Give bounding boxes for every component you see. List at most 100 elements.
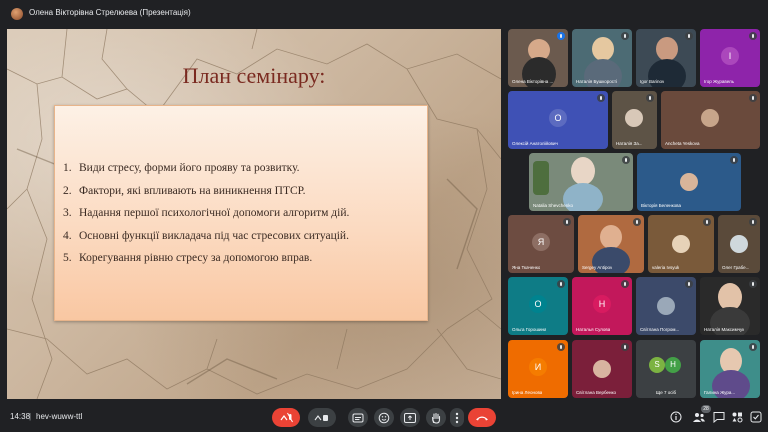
more-options-button[interactable] [450, 408, 464, 427]
mic-active-icon [557, 32, 565, 40]
present-screen-button[interactable] [400, 408, 420, 427]
participant-initial: І [721, 47, 739, 65]
camera-icon [314, 414, 328, 421]
shared-presentation: План семінару: 1. Види стресу, форми його… [7, 29, 501, 399]
participant-name: Наталья Сулова [576, 327, 611, 332]
mic-muted-icon [621, 343, 629, 351]
participant-tile[interactable]: Олена Вікторівна ... [508, 29, 568, 87]
present-screen-icon [404, 412, 416, 423]
mic-muted-icon [597, 94, 605, 102]
participant-tile[interactable]: О Олексій Анатолійович [508, 91, 608, 149]
participant-name: Ancheta Yeskova [665, 141, 700, 146]
presenter-label: Олена Вікторівна Стрелюева (Презентація) [29, 8, 191, 17]
participant-tile[interactable]: Sergey Antipov [578, 215, 644, 273]
participant-tile[interactable]: Вікторія Беленкова [637, 153, 741, 211]
host-controls-icon[interactable] [750, 411, 762, 423]
participant-tile[interactable]: Ancheta Yeskova [661, 91, 760, 149]
participant-tile[interactable]: Я Яна Ткаченко [508, 215, 574, 273]
presenter-avatar [11, 8, 23, 20]
participant-name: Олег Грабе... [722, 265, 750, 270]
clock: 14:38 [10, 412, 31, 421]
slide-title: План семінару: [182, 63, 326, 88]
participant-name: Igor Barinov [640, 79, 665, 84]
captions-button[interactable] [348, 408, 368, 427]
emoji-icon [378, 412, 390, 423]
mic-muted-icon [557, 343, 565, 351]
mic-muted-icon [685, 32, 693, 40]
participant-tile[interactable]: Наталія Бушкорості [572, 29, 632, 87]
mic-muted-icon [633, 218, 641, 226]
mic-muted-icon [621, 32, 629, 40]
participant-photo [680, 173, 698, 191]
participant-tile[interactable]: Галина Жура... [700, 340, 760, 398]
participant-name: Наталія Максимчук [704, 327, 745, 332]
mic-muted-icon [749, 280, 757, 288]
end-call-icon [476, 416, 488, 420]
participant-tile[interactable]: Наталія Максимчук [700, 277, 760, 335]
participant-tile[interactable]: Igor Barinov [636, 29, 696, 87]
participant-initial: H [665, 357, 681, 373]
participant-photo [730, 235, 748, 253]
microphone-button[interactable] [272, 408, 300, 427]
mic-muted-icon [703, 218, 711, 226]
chat-icon[interactable] [713, 411, 725, 423]
participant-name: Галина Жура... [704, 390, 736, 395]
agenda-item: 1. Види стресу, форми його прояву та розв… [63, 162, 300, 174]
slide-content-box: 1. Види стресу, форми його прояву та розв… [54, 105, 428, 321]
agenda-list: 1. Види стресу, форми його прояву та розв… [63, 162, 349, 275]
participant-tile[interactable]: valeria Ivsyuk [648, 215, 714, 273]
leave-call-button[interactable] [468, 408, 496, 427]
participant-name: Олексій Анатолійович [512, 141, 558, 146]
mic-muted-icon [749, 218, 757, 226]
participant-name: Ірина Леонова [512, 390, 543, 395]
more-participants-tile[interactable]: S H Ще 7 осіб [636, 340, 696, 398]
participant-name: Олена Вікторівна ... [512, 79, 554, 84]
top-bar: Олена Вікторівна Стрелюева (Презентація) [0, 0, 768, 28]
info-icon[interactable] [670, 411, 682, 423]
participant-photo [592, 37, 614, 61]
participant-photo [657, 297, 675, 315]
participant-tile[interactable]: І Ігор Журавель [700, 29, 760, 87]
participant-tile[interactable]: Світлана Вербенко [572, 340, 632, 398]
camera-button[interactable] [308, 408, 336, 427]
mic-muted-icon [557, 280, 565, 288]
people-icon[interactable] [692, 411, 706, 423]
mic-muted-icon [749, 32, 757, 40]
participant-tile[interactable]: И Ірина Леонова [508, 340, 568, 398]
participant-name: Natalia Shevchenko [533, 203, 574, 208]
captions-icon [352, 413, 364, 422]
bottom-control-bar: 14:38 | hev-wuww-ttl 28 [0, 402, 768, 432]
mic-muted-icon [646, 94, 654, 102]
plant-decoration [533, 161, 549, 195]
more-participants-label: Ще 7 осіб [656, 390, 677, 395]
participant-tile[interactable]: Світлана Погром... [636, 277, 696, 335]
mic-muted-icon [563, 218, 571, 226]
participant-photo [656, 37, 678, 61]
mic-muted-icon [749, 94, 757, 102]
mic-off-icon [280, 412, 293, 422]
participant-photo [600, 225, 622, 249]
participant-name: Наталія За... [616, 141, 643, 146]
participant-name: Sergey Antipov [582, 265, 613, 270]
participant-photo [571, 157, 595, 185]
participant-tile[interactable]: О Ольга Горошина [508, 277, 568, 335]
participant-tile[interactable]: Natalia Shevchenko [529, 153, 633, 211]
participant-initial: И [529, 358, 547, 376]
activities-icon[interactable] [731, 411, 743, 423]
mic-muted-icon [685, 280, 693, 288]
participant-tile[interactable]: Олег Грабе... [718, 215, 760, 273]
emoji-button[interactable] [374, 408, 394, 427]
participant-initial: Н [593, 295, 611, 313]
mic-muted-icon [621, 280, 629, 288]
participant-photo [593, 360, 611, 378]
participant-tile[interactable]: Н Наталья Сулова [572, 277, 632, 335]
participant-photo [672, 235, 690, 253]
agenda-item: 3. Надання першої психологічної допомоги … [63, 207, 350, 220]
participant-tile[interactable]: Наталія За... [612, 91, 657, 149]
agenda-item: 2. Фактори, які впливають на виникнення П… [63, 184, 306, 197]
mic-muted-icon [730, 156, 738, 164]
participant-name: Світлана Вербенко [576, 390, 617, 395]
participant-initial: О [529, 295, 547, 313]
raise-hand-button[interactable] [426, 408, 446, 427]
meeting-code: hev-wuww-ttl [36, 412, 83, 421]
